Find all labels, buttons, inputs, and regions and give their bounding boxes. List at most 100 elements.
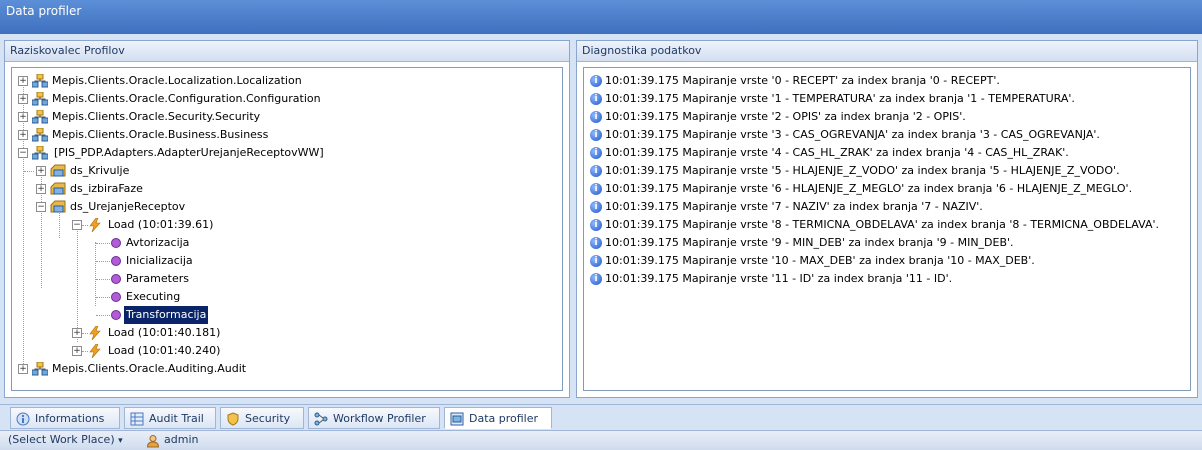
shield-icon [227, 412, 239, 426]
info-icon: i [590, 273, 602, 285]
profile-explorer-panel: Raziskovalec Profilov + Mepis.Clients.Or… [4, 40, 570, 398]
workplace-selector[interactable]: (Select Work Place) ▾ [8, 431, 123, 450]
tree-node[interactable]: Avtorizacija [12, 234, 552, 252]
tree-node-label: ds_UrejanjeReceptov [70, 200, 186, 213]
tab-security[interactable]: Security [220, 407, 304, 429]
profile-explorer-header: Raziskovalec Profilov [5, 41, 569, 62]
tree-node[interactable]: Inicializacija [12, 252, 552, 270]
tree-node-label: Mepis.Clients.Oracle.Configuration.Confi… [52, 92, 321, 105]
assembly-icon [32, 362, 48, 376]
expand-icon[interactable]: + [18, 94, 28, 104]
tree-node[interactable]: + Mepis.Clients.Oracle.Business.Business [12, 126, 552, 144]
dataset-icon [50, 200, 66, 213]
tree-node-label: Avtorizacija [126, 236, 190, 249]
log-entry-text: 10:01:39.175 Mapiranje vrste '11 - ID' z… [605, 272, 953, 285]
tree-node[interactable]: + Load (10:01:40.181) [12, 324, 552, 342]
tree-node-label: Load (10:01:39.61) [108, 218, 214, 231]
step-icon [111, 274, 121, 284]
tree-node-label: Mepis.Clients.Oracle.Auditing.Audit [52, 362, 247, 375]
table-icon [130, 412, 144, 426]
tree-node[interactable]: Executing [12, 288, 552, 306]
info-icon: i [590, 129, 602, 141]
info-icon: i [590, 165, 602, 177]
info-icon: i [590, 183, 602, 195]
expand-icon[interactable]: + [72, 328, 82, 338]
expand-icon[interactable]: + [18, 112, 28, 122]
assembly-icon [32, 128, 48, 142]
tree-line [96, 297, 110, 298]
tab-data-profiler[interactable]: Data profiler [444, 407, 552, 429]
tree-node[interactable]: + Load (10:01:40.240) [12, 342, 552, 360]
tree-node[interactable]: + Mepis.Clients.Oracle.Security.Security [12, 108, 552, 126]
info-icon: i [590, 75, 602, 87]
dataset-icon [50, 182, 66, 195]
info-icon: i [590, 237, 602, 249]
step-icon [111, 292, 121, 302]
collapse-icon[interactable]: − [18, 148, 28, 158]
tree-node[interactable]: − [PIS_PDP.Adapters.AdapterUrejanjeRecep… [12, 144, 552, 162]
log-entry-text: 10:01:39.175 Mapiranje vrste '9 - MIN_DE… [605, 236, 1014, 249]
workflow-icon [314, 412, 328, 426]
profile-tree[interactable]: + Mepis.Clients.Oracle.Localization.Loca… [11, 67, 563, 391]
tree-node[interactable]: + ds_Krivulje [12, 162, 552, 180]
tree-node-label: ds_izbiraFaze [70, 182, 143, 195]
tree-node[interactable]: Parameters [12, 270, 552, 288]
tree-node-label: Load (10:01:40.240) [108, 344, 221, 357]
collapse-icon[interactable]: − [36, 202, 46, 212]
window-title: Data profiler [6, 4, 82, 18]
diagnostics-log[interactable]: i 10:01:39.175 Mapiranje vrste '0 - RECE… [583, 67, 1191, 391]
tree-node[interactable]: + Mepis.Clients.Oracle.Configuration.Con… [12, 90, 552, 108]
log-entry-text: 10:01:39.175 Mapiranje vrste '1 - TEMPER… [605, 92, 1075, 105]
tree-node-label: ds_Krivulje [70, 164, 130, 177]
info-icon: i [590, 201, 602, 213]
tree-node[interactable]: + Mepis.Clients.Oracle.Localization.Loca… [12, 72, 552, 90]
tree-node-label: Mepis.Clients.Oracle.Localization.Locali… [52, 74, 302, 87]
expand-icon[interactable]: + [18, 130, 28, 140]
expand-icon[interactable]: + [36, 184, 46, 194]
tree-node[interactable]: + Mepis.Clients.Oracle.Auditing.Audit [12, 360, 552, 378]
tree-node-selected[interactable]: Transformacija [12, 306, 552, 324]
tree-node[interactable]: − ds_UrejanjeReceptov [12, 198, 552, 216]
assembly-icon [32, 74, 48, 88]
tree-node-label: Parameters [126, 272, 189, 285]
tab-label: Workflow Profiler [333, 412, 426, 425]
assembly-icon [32, 92, 48, 106]
tab-informations[interactable]: Informations [10, 407, 120, 429]
expand-icon[interactable]: + [72, 346, 82, 356]
tree-node[interactable]: − Load (10:01:39.61) [12, 216, 552, 234]
tab-workflow-profiler[interactable]: Workflow Profiler [308, 407, 440, 429]
bottom-tab-bar: Informations Audit Trail Security Workfl… [0, 404, 1202, 430]
lightning-icon [89, 326, 101, 340]
log-entry-text: 10:01:39.175 Mapiranje vrste '0 - RECEPT… [605, 74, 1000, 87]
window-title-bar: Data profiler [0, 0, 1202, 34]
tree-node-label: Load (10:01:40.181) [108, 326, 221, 339]
tab-audit-trail[interactable]: Audit Trail [124, 407, 216, 429]
expand-icon[interactable]: + [18, 76, 28, 86]
step-icon [111, 310, 121, 320]
tree-node-label: Executing [126, 290, 181, 303]
tree-line [96, 279, 110, 280]
tree-line [96, 261, 110, 262]
collapse-icon[interactable]: − [72, 220, 82, 230]
work-area: Raziskovalec Profilov + Mepis.Clients.Or… [0, 34, 1202, 404]
tree-node-label: Inicializacija [126, 254, 193, 267]
tree-node[interactable]: + ds_izbiraFaze [12, 180, 552, 198]
log-entry-text: 10:01:39.175 Mapiranje vrste '6 - HLAJEN… [605, 182, 1133, 195]
assembly-icon [32, 110, 48, 124]
tab-label: Audit Trail [149, 412, 204, 425]
tree-line [96, 315, 110, 316]
tab-label: Security [245, 412, 291, 425]
workplace-label: (Select Work Place) [8, 433, 115, 446]
info-icon [16, 412, 30, 426]
expand-icon[interactable]: + [36, 166, 46, 176]
step-icon [111, 238, 121, 248]
dataset-icon [50, 164, 66, 177]
data-diagnostics-panel: Diagnostika podatkov i 10:01:39.175 Mapi… [576, 40, 1198, 398]
log-entry-text: 10:01:39.175 Mapiranje vrste '2 - OPIS' … [605, 110, 966, 123]
data-diagnostics-header: Diagnostika podatkov [577, 41, 1197, 62]
tab-label: Informations [35, 412, 105, 425]
log-entry-text: 10:01:39.175 Mapiranje vrste '3 - CAS_OG… [605, 128, 1100, 141]
current-user[interactable]: admin [164, 431, 198, 449]
tree-line [96, 243, 110, 244]
expand-icon[interactable]: + [18, 364, 28, 374]
